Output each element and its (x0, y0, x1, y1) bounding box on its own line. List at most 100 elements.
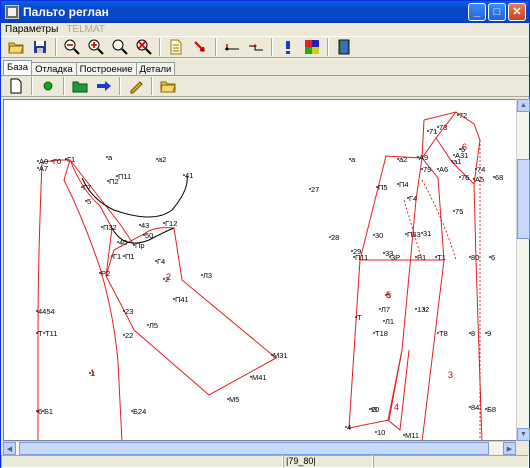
maximize-button[interactable]: □ (488, 3, 506, 21)
horizontal-scroll-thumb[interactable] (19, 442, 489, 455)
book-button[interactable] (333, 37, 355, 57)
point-label: Л5 (149, 321, 158, 330)
menu-bar: Параметры TELMAT (1, 23, 529, 36)
point-label: Л7 (381, 305, 390, 314)
point-label: П32 (103, 223, 117, 232)
vertical-scrollbar[interactable]: ▲ ▼ (516, 99, 530, 441)
point-label: П1 (125, 252, 135, 261)
back-piece-dashes (403, 140, 481, 440)
open-folder-icon (160, 81, 176, 93)
scroll-right-button[interactable]: ▶ (503, 442, 516, 455)
point-label: 23 (125, 307, 133, 316)
green-dot-icon (43, 81, 53, 91)
point-label: 6 (38, 407, 42, 416)
info-button[interactable] (277, 37, 299, 57)
point-label: Пр (135, 241, 145, 250)
part-number-label: 1 (90, 368, 95, 378)
menu-telmat[interactable]: TELMAT (66, 24, 105, 35)
point-label: П11 (355, 253, 368, 262)
point-label: А7 (39, 164, 48, 173)
point-label: M31 (273, 351, 288, 360)
open-folder-button[interactable] (5, 37, 27, 57)
pattern-drawing[interactable]: А0А7Г0 Г1 а а2П2П11Г7541П32 43 Г124050ПрП1Г1Г… (4, 100, 517, 441)
app-window: Пальто реглан _ □ ✕ Параметры TELMAT Баз… (0, 0, 530, 468)
horizontal-scrollbar[interactable]: ◀ ▶ (3, 441, 516, 455)
toolbar-separator (151, 77, 153, 95)
point-label: Г4 (157, 257, 165, 266)
palette-button[interactable] (301, 37, 323, 57)
arrow-right-icon (97, 81, 111, 91)
point-labels: А0А7Г0 Г1 а а2П2П11Г7541П32 43 Г124050ПрП1Г1Г… (36, 111, 503, 440)
back-piece-outline (348, 111, 483, 440)
point-label: 50 (145, 231, 153, 240)
document-icon (170, 39, 182, 55)
point-label: 8 (471, 329, 475, 338)
point-label: Г4 (409, 194, 417, 203)
pointer-button[interactable] (189, 37, 211, 57)
point-label: 76 (461, 173, 469, 182)
point-label: 43 (141, 221, 149, 230)
tab-postroenie[interactable]: Построение (75, 62, 137, 75)
point-label: 72 (459, 111, 467, 120)
point-label: П63 (407, 230, 421, 239)
point-label: A5 (475, 175, 484, 184)
scroll-down-button[interactable]: ▼ (517, 428, 530, 441)
part-number-label: 6 (462, 142, 467, 152)
point-label: 30 (375, 231, 383, 240)
vertical-scroll-thumb[interactable] (517, 159, 530, 239)
point-label: Б24 (133, 407, 146, 416)
measure-tool-button[interactable] (245, 37, 267, 57)
point-label: 31 (423, 229, 431, 238)
document-button[interactable] (165, 37, 187, 57)
point-label: Л1 (385, 317, 394, 326)
zoom-fit-button[interactable] (109, 37, 131, 57)
menu-parameters[interactable]: Параметры (5, 24, 58, 35)
point-label: П5 (378, 183, 388, 192)
tab-baza[interactable]: База (3, 60, 33, 75)
window-title: Пальто реглан (23, 5, 109, 19)
toolbar-separator (271, 38, 273, 56)
minimize-button[interactable]: _ (468, 3, 486, 21)
point-label: Г7 (83, 183, 91, 192)
folder-button[interactable] (69, 76, 91, 96)
point-label: a (351, 155, 356, 164)
zoom-out-button[interactable] (61, 37, 83, 57)
point-label: 4 (347, 423, 351, 432)
segment-tool-button[interactable] (221, 37, 243, 57)
tab-detali[interactable]: Детали (135, 62, 176, 75)
forward-button[interactable] (93, 76, 115, 96)
point-label: а2 (158, 155, 166, 164)
point-label: a1 (453, 157, 461, 166)
point-label: Т18 (375, 329, 388, 338)
tab-otladka[interactable]: Отладка (31, 62, 77, 75)
close-button[interactable]: ✕ (508, 3, 526, 21)
scroll-up-button[interactable]: ▲ (517, 99, 530, 112)
point-label: Р2 (101, 269, 110, 278)
status-pane-coords: |79_80| (283, 455, 373, 468)
save-button[interactable] (29, 37, 51, 57)
open-button[interactable] (157, 76, 179, 96)
run-button[interactable] (37, 76, 59, 96)
point-label: Т (357, 313, 362, 322)
new-document-button[interactable] (5, 76, 27, 96)
scroll-left-button[interactable]: ◀ (3, 442, 16, 455)
pencil-icon (130, 81, 143, 94)
point-label: 40 (119, 238, 127, 247)
part-number-label: 2 (166, 272, 171, 282)
edit-button[interactable] (125, 76, 147, 96)
point-label: П4 (399, 180, 409, 189)
status-pane-left (1, 455, 283, 468)
point-label: П11 (118, 172, 131, 181)
open-folder-icon (8, 42, 24, 54)
zoom-in-button[interactable] (85, 37, 107, 57)
point-label: T1 (437, 253, 446, 262)
point-label: Г12 (165, 219, 177, 228)
point-label: 28 (331, 233, 339, 242)
save-disk-icon (34, 41, 46, 53)
drawing-canvas[interactable]: А0 А7 Г0 Г1 а а2 П2 П11 Г7 5 41 П32 43 Г12 40 50 Пр П1 Г1 Г… (3, 99, 517, 441)
point-label: 68 (495, 173, 503, 182)
zoom-cancel-button[interactable] (133, 37, 155, 57)
front-piece-outline (37, 159, 277, 440)
point-label: a2 (399, 155, 407, 164)
secondary-toolbar (1, 75, 529, 97)
